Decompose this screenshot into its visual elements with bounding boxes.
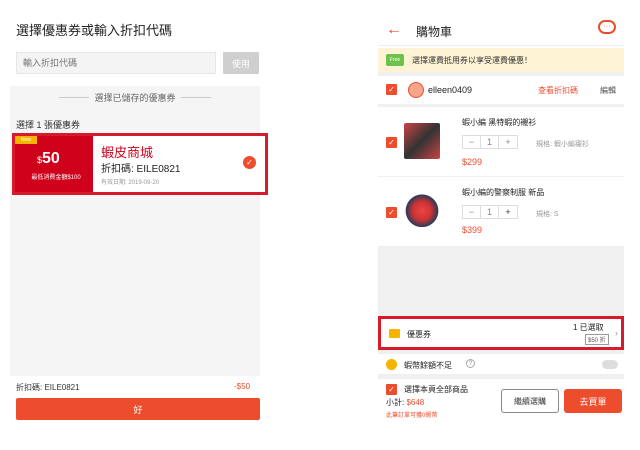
view-voucher-link[interactable]: 查看折扣碼 [538,85,578,96]
increment-button[interactable]: + [499,206,517,218]
checkout-bar: ✓ 選擇本頁全部商品 小計: $648 此筆訂單可獲0蝦幣 繼續選購 去買單 [378,378,624,424]
voucher-row[interactable]: 優惠券 1 已選取 $50 折 › [378,316,624,350]
voucher-discount-badge: $50 折 [585,334,609,345]
product-name[interactable]: 蝦小編的警察制服 新品 [462,187,544,198]
coins-toggle[interactable] [602,360,618,369]
product-spec[interactable]: 規格: 蝦小編襯衫 [536,139,589,149]
cart-title: 購物車 [416,25,453,39]
divider-line [180,96,211,98]
shop-row: ✓ elleen0409 查看折扣碼 編輯 [378,76,624,104]
quantity-value[interactable]: 1 [481,136,499,148]
min-spend-text: 最低消費金額$100 [31,175,81,181]
voucher-amount: $50 [37,150,60,168]
coins-earn-text: 此筆訂單可獲0蝦幣 [386,413,438,419]
voucher-count-label: 選擇 1 張優惠券 [16,120,81,130]
quantity-stepper[interactable]: − 1 + [462,205,518,219]
coins-text: 蝦幣餘額不足 [404,361,452,370]
apply-button[interactable]: 使用 [223,52,259,74]
voucher-label: 優惠券 [407,330,431,339]
coin-icon [386,359,397,370]
coupon-selection-panel: 選擇優惠券或輸入折扣代碼 使用 選擇已儲存的優惠券 選擇 1 張優惠券 New … [10,0,268,430]
product-price: $299 [462,157,483,167]
subtotal-label: 小計: [386,398,407,407]
decrement-button[interactable]: − [463,206,481,218]
product-thumbnail[interactable] [404,123,440,159]
check-icon[interactable]: ✓ [243,156,256,169]
page-title: 選擇優惠券或輸入折扣代碼 [16,23,173,38]
free-shipping-icon: Free [386,54,404,66]
product-thumbnail[interactable] [404,191,440,227]
decrement-button[interactable]: − [463,136,481,148]
item-checkbox[interactable]: ✓ [386,207,397,218]
select-all-checkbox[interactable]: ✓ [386,384,397,395]
voucher-amount-value: 50 [42,150,60,167]
selected-code-summary: 折扣碼: EILE0821 [16,383,80,392]
quantity-stepper[interactable]: − 1 + [462,135,518,149]
voucher-icon [389,329,400,338]
voucher-shop-name: 蝦皮商城 [101,145,154,160]
cart-item: ✓ 蝦小編的警察制服 新品 − 1 + 規格: S $399 [378,176,624,246]
help-icon[interactable]: ? [466,359,475,368]
voucher-code: 折扣碼: EILE0821 [101,164,181,175]
chevron-right-icon: › [615,328,618,338]
avatar [408,82,424,98]
coins-row: 蝦幣餘額不足 ? [378,354,624,374]
select-all-label[interactable]: 選擇本頁全部商品 [404,384,468,395]
voucher-selected-text: 1 已選取 [573,323,604,332]
shipping-banner-text: 選擇運費抵用券以享受運費優惠！ [412,56,532,65]
voucher-card[interactable]: New $50 最低消費金額$100 蝦皮商城 折扣碼: EILE0821 有效… [12,133,268,195]
voucher-valid-date: 有效日期: 2019-09-20 [101,180,160,186]
shipping-banner[interactable]: Free 選擇運費抵用券以享受運費優惠！ [378,48,624,72]
saved-vouchers-divider: 選擇已儲存的優惠券 [10,86,260,108]
cart-panel: ← 購物車 ··· Free 選擇運費抵用券以享受運費優惠！ ✓ elleen0… [378,0,624,430]
ok-button[interactable]: 好 [16,398,260,420]
new-badge: New [15,136,37,144]
discount-code-input[interactable] [16,52,216,74]
product-price: $399 [462,225,483,235]
shop-checkbox[interactable]: ✓ [386,84,397,95]
subtotal: 小計: $648 [386,397,424,408]
checkout-button[interactable]: 去買單 [564,389,622,413]
back-arrow-icon[interactable]: ← [386,21,402,39]
shop-name[interactable]: elleen0409 [428,85,472,95]
saved-vouchers-label: 選擇已儲存的優惠券 [94,92,176,103]
increment-button[interactable]: + [499,136,517,148]
divider-line [59,96,90,98]
cart-item: ✓ 蝦小編 黑特蝦的襯衫 − 1 + 規格: 蝦小編襯衫 $299 [378,106,624,176]
product-name[interactable]: 蝦小編 黑特蝦的襯衫 [462,117,536,128]
discount-amount: -$50 [234,382,251,391]
continue-shopping-button[interactable]: 繼續選購 [501,389,559,413]
quantity-value[interactable]: 1 [481,206,499,218]
subtotal-amount: $648 [406,398,425,407]
product-spec[interactable]: 規格: S [536,209,559,219]
item-checkbox[interactable]: ✓ [386,137,397,148]
chat-icon[interactable]: ··· [598,20,616,34]
edit-button[interactable]: 編輯 [600,85,616,96]
voucher-value-block: New $50 最低消費金額$100 [15,136,93,192]
cart-header: ← 購物車 ··· [378,0,624,46]
